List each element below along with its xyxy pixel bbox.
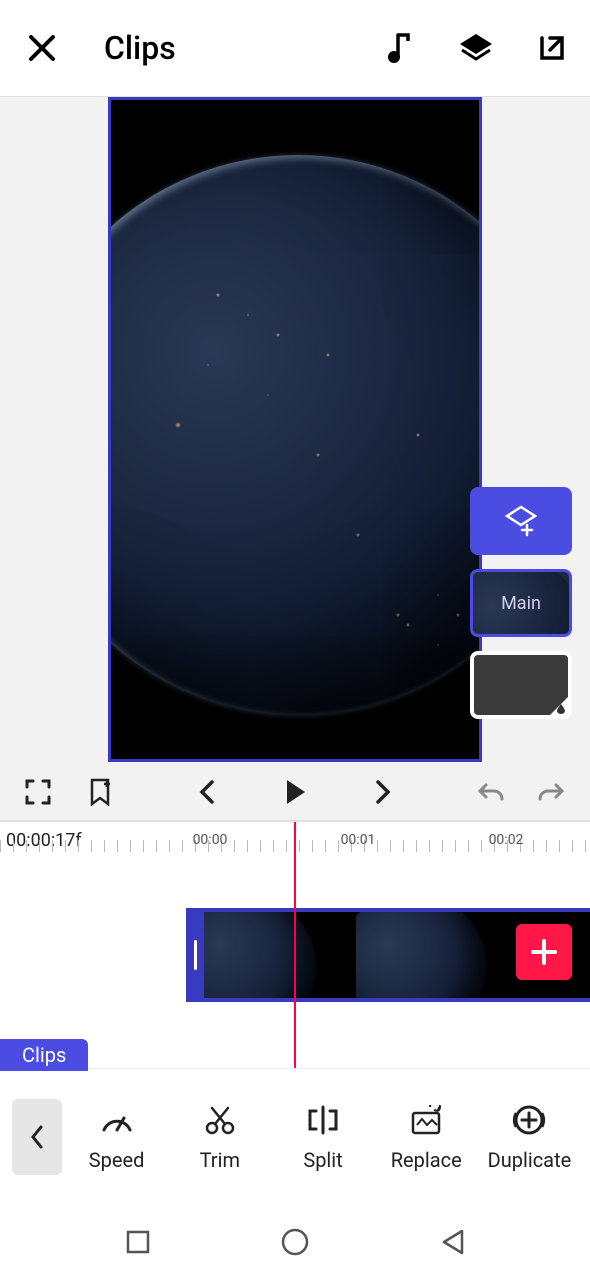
fullscreen-icon bbox=[25, 779, 51, 805]
plus-icon bbox=[529, 937, 559, 967]
bookmark-icon bbox=[88, 778, 112, 806]
speed-icon bbox=[99, 1102, 135, 1138]
play-button[interactable] bbox=[279, 776, 311, 808]
chevron-right-icon bbox=[374, 779, 392, 805]
layers-icon bbox=[458, 32, 494, 64]
system-nav-bar bbox=[0, 1204, 590, 1280]
back-button[interactable] bbox=[435, 1225, 469, 1259]
replace-icon bbox=[408, 1102, 444, 1138]
clip-thumbnail bbox=[186, 912, 356, 998]
background-layer-button[interactable] bbox=[470, 651, 572, 719]
top-bar: Clips bbox=[0, 0, 590, 96]
preview-area: Main bbox=[0, 96, 590, 764]
undo-icon bbox=[476, 781, 504, 803]
tool-label: Trim bbox=[200, 1148, 240, 1172]
export-button[interactable] bbox=[534, 30, 570, 66]
playhead[interactable] bbox=[294, 822, 296, 1068]
layers-button[interactable] bbox=[458, 30, 494, 66]
duplicate-tool[interactable]: Duplicate bbox=[481, 1102, 578, 1172]
music-button[interactable] bbox=[382, 30, 418, 66]
close-icon bbox=[27, 33, 57, 63]
redo-button[interactable] bbox=[536, 776, 568, 808]
chevron-left-icon bbox=[198, 779, 216, 805]
tool-label: Duplicate bbox=[488, 1148, 572, 1172]
bookmark-button[interactable] bbox=[84, 776, 116, 808]
main-layer-label: Main bbox=[501, 593, 541, 614]
trim-icon bbox=[202, 1102, 238, 1138]
export-icon bbox=[536, 32, 568, 64]
square-icon bbox=[126, 1230, 150, 1254]
split-tool[interactable]: Split bbox=[274, 1102, 371, 1172]
tool-label: Replace bbox=[391, 1148, 462, 1172]
tool-label: Speed bbox=[89, 1148, 145, 1172]
toolbar-back-button[interactable] bbox=[12, 1099, 62, 1175]
droplet-icon bbox=[557, 704, 565, 714]
tool-label: Split bbox=[303, 1148, 342, 1172]
replace-tool[interactable]: Replace bbox=[378, 1102, 475, 1172]
circle-icon bbox=[281, 1228, 309, 1256]
prev-frame-button[interactable] bbox=[191, 776, 223, 808]
ruler-mark: 00:00 bbox=[193, 832, 228, 848]
main-layer-button[interactable]: Main bbox=[470, 569, 572, 637]
home-button[interactable] bbox=[278, 1225, 312, 1259]
chevron-left-icon bbox=[29, 1124, 45, 1150]
top-actions bbox=[382, 30, 570, 66]
preview-frame[interactable] bbox=[108, 97, 482, 762]
page-title: Clips bbox=[104, 29, 382, 67]
clip-thumbnail bbox=[356, 912, 526, 998]
fullscreen-button[interactable] bbox=[22, 776, 54, 808]
duplicate-icon bbox=[511, 1102, 547, 1138]
timeline[interactable]: 00:00:17f 00:00 00:01 00:02 Clips bbox=[0, 820, 590, 1068]
layer-panel: Main bbox=[470, 487, 572, 719]
undo-button[interactable] bbox=[474, 776, 506, 808]
next-frame-button[interactable] bbox=[367, 776, 399, 808]
close-button[interactable] bbox=[20, 26, 64, 70]
play-icon bbox=[283, 778, 307, 806]
clip-trim-handle[interactable] bbox=[186, 908, 204, 1002]
ruler-mark: 00:01 bbox=[341, 832, 376, 848]
recents-button[interactable] bbox=[121, 1225, 155, 1259]
split-icon bbox=[305, 1102, 341, 1138]
add-layer-button[interactable] bbox=[470, 487, 572, 555]
speed-tool[interactable]: Speed bbox=[68, 1102, 165, 1172]
add-clip-button[interactable] bbox=[516, 924, 572, 980]
earth-image bbox=[108, 155, 482, 715]
redo-icon bbox=[538, 781, 566, 803]
trim-tool[interactable]: Trim bbox=[171, 1102, 268, 1172]
ruler-mark: 00:02 bbox=[489, 832, 524, 848]
clips-tab[interactable]: Clips bbox=[0, 1039, 88, 1071]
clip-thumbnail bbox=[186, 998, 356, 1002]
edit-toolbar: Speed Trim Split Replace Duplicate bbox=[0, 1068, 590, 1204]
add-layer-icon bbox=[503, 503, 539, 539]
playback-controls bbox=[0, 764, 590, 820]
music-icon bbox=[386, 31, 414, 65]
triangle-back-icon bbox=[440, 1229, 464, 1255]
